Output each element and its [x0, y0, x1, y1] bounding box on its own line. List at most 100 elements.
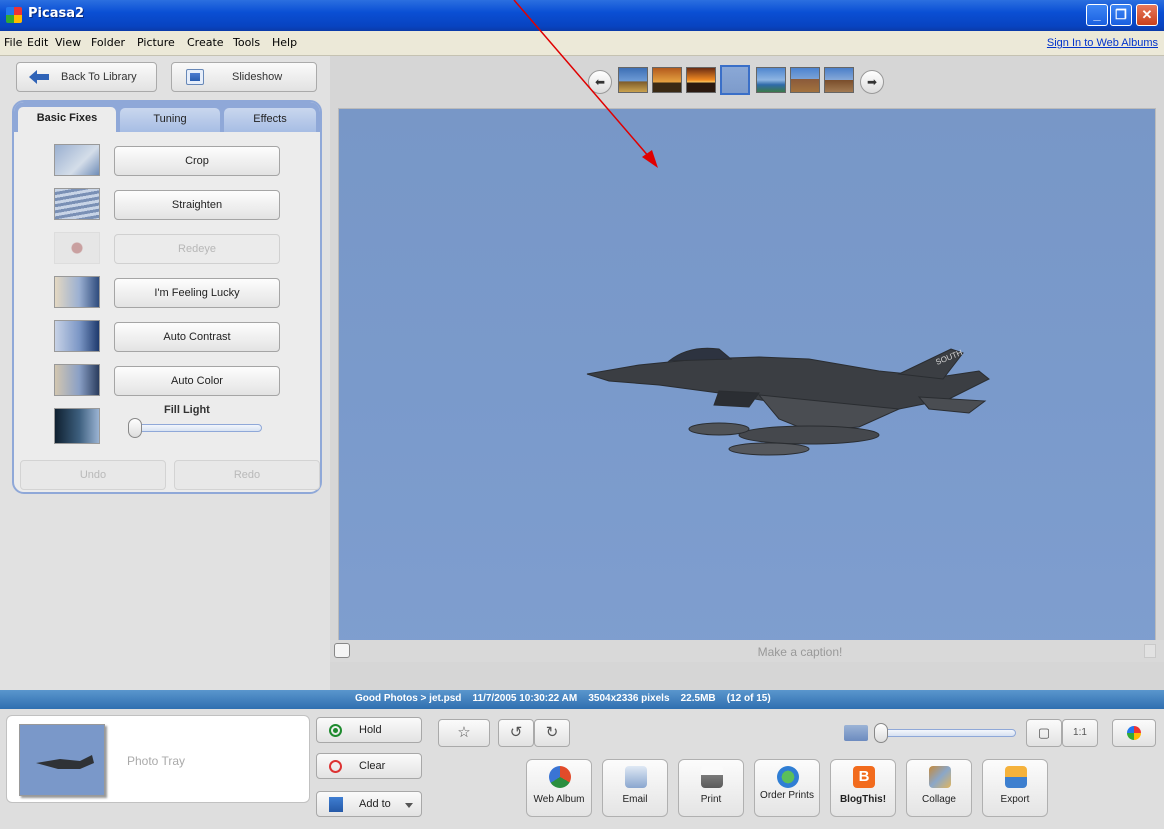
tab-tuning[interactable]: Tuning: [120, 108, 220, 132]
blogthis-button[interactable]: B BlogThis!: [830, 759, 896, 817]
print-button[interactable]: Print: [678, 759, 744, 817]
fill-light-slider-track[interactable]: [132, 424, 262, 432]
sign-in-link[interactable]: Sign In to Web Albums: [1047, 37, 1158, 49]
caption-bar: Make a caption!: [330, 640, 1164, 662]
feeling-lucky-button[interactable]: I'm Feeling Lucky: [114, 278, 280, 308]
redeye-button[interactable]: Redeye: [114, 234, 280, 264]
previous-photo-button[interactable]: ⬅: [588, 70, 612, 94]
filmstrip-thumb-3[interactable]: [686, 67, 716, 93]
menu-create[interactable]: Create: [187, 36, 224, 49]
slideshow-icon: [186, 69, 204, 85]
menu-picture[interactable]: Picture: [137, 36, 175, 49]
jet-image: SOUTH: [586, 347, 990, 456]
menu-file[interactable]: File: [4, 36, 22, 49]
email-button[interactable]: Email: [602, 759, 668, 817]
fill-light-label: Fill Light: [164, 404, 210, 416]
filmstrip-thumb-current[interactable]: [720, 65, 750, 95]
email-label: Email: [622, 794, 648, 805]
auto-color-thumbnail: [54, 364, 100, 396]
clear-label: Clear: [359, 760, 386, 772]
left-panel: Back To Library Slideshow Basic Fixes Tu…: [0, 56, 330, 690]
rotate-right-button[interactable]: ↻: [534, 719, 570, 747]
menu-view[interactable]: View: [55, 36, 81, 49]
blogger-icon: B: [853, 766, 875, 788]
filmstrip-thumb-1[interactable]: [618, 67, 648, 93]
hold-label: Hold: [359, 724, 382, 736]
redo-button[interactable]: Redo: [174, 460, 320, 490]
menu-help[interactable]: Help: [272, 36, 297, 49]
menu-tools[interactable]: Tools: [233, 36, 260, 49]
bottom-toolbar: Photo Tray Hold Clear Add to ☆ ↺ ↻ ▢ 1:1…: [0, 709, 1164, 829]
photo-info: Good Photos > jet.psd 11/7/2005 10:30:22…: [355, 693, 771, 704]
clear-icon: [329, 760, 342, 773]
auto-contrast-thumbnail: [54, 320, 100, 352]
web-album-button[interactable]: Web Album: [526, 759, 592, 817]
tab-basic-fixes[interactable]: Basic Fixes: [18, 107, 116, 133]
arrow-left-icon: [29, 70, 49, 84]
minimize-button[interactable]: _: [1086, 4, 1108, 26]
next-photo-button[interactable]: ➡: [860, 70, 884, 94]
back-label: Back To Library: [61, 71, 137, 83]
caption-icon[interactable]: [334, 643, 350, 658]
filmstrip-thumb-5[interactable]: [756, 67, 786, 93]
hold-button[interactable]: Hold: [316, 717, 422, 743]
order-prints-button[interactable]: Order Prints: [754, 759, 820, 817]
straighten-button[interactable]: Straighten: [114, 190, 280, 220]
actual-size-button[interactable]: 1:1: [1062, 719, 1098, 747]
export-label: Export: [1000, 794, 1030, 805]
menu-bar: File Edit View Folder Picture Create Too…: [0, 31, 1164, 56]
window-title: Picasa2: [28, 6, 85, 21]
tab-effects[interactable]: Effects: [224, 108, 316, 132]
collage-button[interactable]: Collage: [906, 759, 972, 817]
color-wheel-icon: [1127, 726, 1141, 740]
auto-contrast-button[interactable]: Auto Contrast: [114, 322, 280, 352]
zoom-slider-handle[interactable]: [874, 723, 888, 743]
add-to-button[interactable]: Add to: [316, 791, 422, 817]
main-photo[interactable]: SOUTH: [338, 108, 1156, 658]
edit-tabs: Basic Fixes Tuning Effects: [14, 102, 320, 133]
collage-label: Collage: [922, 794, 956, 805]
tray-thumbnail[interactable]: [19, 724, 105, 796]
export-icon: [1005, 766, 1027, 788]
fill-light-slider-handle[interactable]: [128, 418, 142, 438]
picasa-app-icon: [6, 7, 22, 23]
filmstrip-thumb-7[interactable]: [824, 67, 854, 93]
crop-button[interactable]: Crop: [114, 146, 280, 176]
print-icon: [701, 766, 723, 788]
caption-input[interactable]: Make a caption!: [700, 645, 900, 659]
redeye-thumbnail: [54, 232, 100, 264]
picasa-tools-button[interactable]: [1112, 719, 1156, 747]
slideshow-button[interactable]: Slideshow: [171, 62, 317, 92]
photo-viewer: ⬅ ➡ SOUTH Make a caption!: [330, 56, 1164, 690]
rotate-left-button[interactable]: ↺: [498, 719, 534, 747]
star-button[interactable]: ☆: [438, 719, 490, 747]
print-label: Print: [700, 794, 722, 805]
zoom-icon: [844, 725, 868, 741]
clear-button[interactable]: Clear: [316, 753, 422, 779]
hold-icon: [329, 724, 342, 737]
restore-button[interactable]: ❐: [1110, 4, 1132, 26]
straighten-thumbnail: [54, 188, 100, 220]
feeling-lucky-thumbnail: [54, 276, 100, 308]
back-to-library-button[interactable]: Back To Library: [16, 62, 157, 92]
photo-tray[interactable]: Photo Tray: [6, 715, 310, 803]
fill-light-thumbnail: [54, 408, 100, 444]
menu-folder[interactable]: Folder: [91, 36, 125, 49]
order-prints-label: Order Prints: [760, 790, 814, 801]
undo-button[interactable]: Undo: [20, 460, 166, 490]
menu-edit[interactable]: Edit: [27, 36, 48, 49]
fit-to-window-button[interactable]: ▢: [1026, 719, 1062, 747]
close-button[interactable]: ✕: [1136, 4, 1158, 26]
filmstrip-thumb-2[interactable]: [652, 67, 682, 93]
blogthis-label: BlogThis!: [839, 794, 887, 805]
collage-icon: [929, 766, 951, 788]
export-button[interactable]: Export: [982, 759, 1048, 817]
filmstrip-thumb-6[interactable]: [790, 67, 820, 93]
auto-color-button[interactable]: Auto Color: [114, 366, 280, 396]
filmstrip: ⬅ ➡: [588, 62, 904, 100]
add-to-label: Add to: [359, 798, 391, 810]
slideshow-label: Slideshow: [232, 71, 283, 83]
trash-icon[interactable]: [1144, 644, 1156, 658]
zoom-slider-track[interactable]: [882, 729, 1016, 737]
photo-tray-label: Photo Tray: [127, 754, 186, 768]
